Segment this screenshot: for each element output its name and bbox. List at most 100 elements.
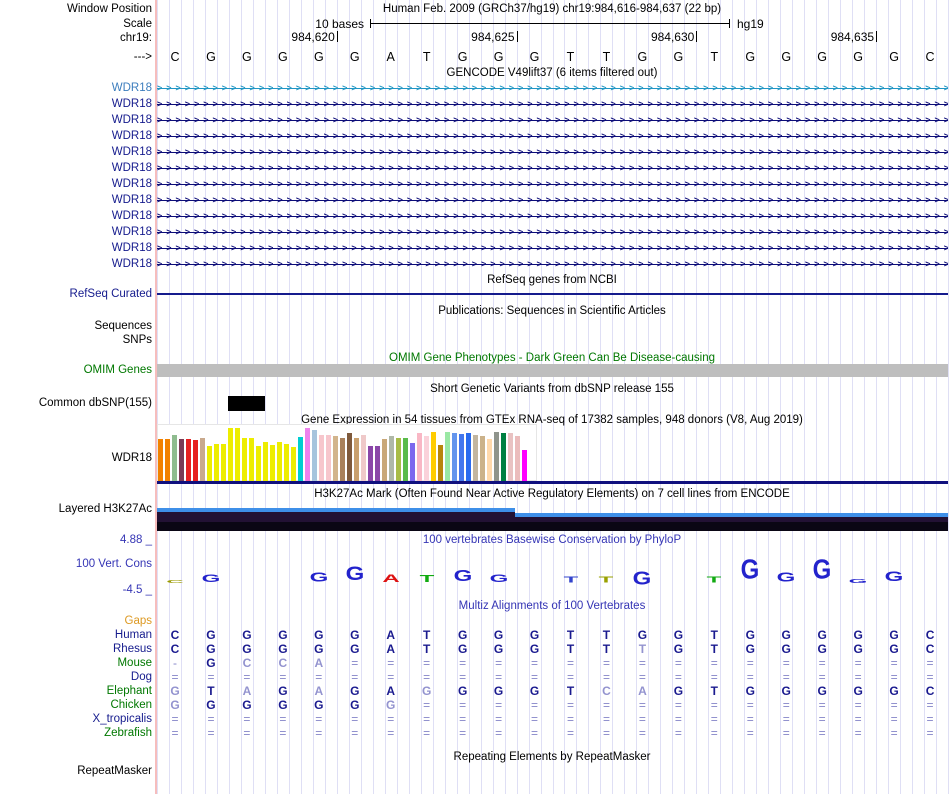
gtex-tissue-bar[interactable] [340, 438, 345, 481]
gtex-tissue-bar[interactable] [319, 435, 324, 481]
gtex-tissue-bar[interactable] [242, 438, 247, 481]
gtex-tissue-bar[interactable] [389, 436, 394, 481]
gtex-tissue-bar[interactable] [452, 433, 457, 481]
gtex-tissue-bar[interactable] [305, 428, 310, 481]
gencode-item-label[interactable]: WDR18 [112, 225, 152, 239]
refseq-curated-label[interactable]: RefSeq Curated [70, 287, 152, 301]
gencode-track-title[interactable]: GENCODE V49lift37 (6 items filtered out) [447, 66, 658, 80]
gencode-transcript[interactable]: >>>>>>>>>>>>>>>>>>>>>>>>>>>>>>>>>>>>>>>>… [157, 177, 948, 191]
gtex-tissue-bar[interactable] [487, 439, 492, 481]
gencode-transcript[interactable]: >>>>>>>>>>>>>>>>>>>>>>>>>>>>>>>>>>>>>>>>… [157, 129, 948, 143]
gtex-tissue-bar[interactable] [480, 436, 485, 481]
gtex-tissue-bar[interactable] [291, 447, 296, 481]
multiz-species-label[interactable]: Dog [131, 670, 152, 684]
multiz-species-label[interactable]: Human [115, 628, 152, 642]
gtex-tissue-bar[interactable] [333, 436, 338, 481]
gtex-gene-model-line[interactable] [157, 481, 948, 484]
multiz-species-label[interactable]: Elephant [107, 684, 152, 698]
gtex-tissue-bar[interactable] [445, 432, 450, 481]
gtex-tissue-bar[interactable] [200, 438, 205, 481]
gtex-tissue-bar[interactable] [263, 442, 268, 481]
layered-h3k27ac-label[interactable]: Layered H3K27Ac [59, 502, 152, 516]
gencode-transcript[interactable]: >>>>>>>>>>>>>>>>>>>>>>>>>>>>>>>>>>>>>>>>… [157, 81, 948, 95]
omim-gene-item[interactable] [157, 364, 948, 377]
gtex-tissue-bar[interactable] [361, 435, 366, 481]
gencode-transcript[interactable]: >>>>>>>>>>>>>>>>>>>>>>>>>>>>>>>>>>>>>>>>… [157, 113, 948, 127]
gencode-item-label[interactable]: WDR18 [112, 97, 152, 111]
gtex-tissue-bar[interactable] [312, 430, 317, 481]
gencode-transcript[interactable]: >>>>>>>>>>>>>>>>>>>>>>>>>>>>>>>>>>>>>>>>… [157, 193, 948, 207]
gtex-tissue-bar[interactable] [375, 446, 380, 481]
gencode-item-label[interactable]: WDR18 [112, 209, 152, 223]
gtex-tissue-bar[interactable] [207, 446, 212, 481]
phylop-track-title[interactable]: 100 vertebrates Basewise Conservation by… [423, 533, 681, 547]
gtex-tissue-bar[interactable] [368, 446, 373, 481]
gtex-tissue-bar[interactable] [193, 440, 198, 481]
gtex-tissue-bar[interactable] [214, 444, 219, 481]
repeatmasker-label[interactable]: RepeatMasker [77, 764, 152, 778]
gtex-tissue-bar[interactable] [165, 439, 170, 481]
h3k27ac-track-title[interactable]: H3K27Ac Mark (Often Found Near Active Re… [314, 487, 790, 501]
gtex-tissue-bar[interactable] [459, 434, 464, 481]
gtex-tissue-bar[interactable] [228, 428, 233, 481]
gencode-transcript[interactable]: >>>>>>>>>>>>>>>>>>>>>>>>>>>>>>>>>>>>>>>>… [157, 145, 948, 159]
gtex-tissue-bar[interactable] [431, 432, 436, 481]
multiz-species-label[interactable]: Zebrafish [104, 726, 152, 740]
gtex-tissue-bar[interactable] [473, 435, 478, 481]
gtex-tissue-bar[interactable] [347, 433, 352, 481]
gencode-item-label[interactable]: WDR18 [112, 177, 152, 191]
common-dbsnp-label[interactable]: Common dbSNP(155) [39, 396, 152, 410]
multiz-species-label[interactable]: Gaps [125, 614, 153, 628]
gtex-tissue-bar[interactable] [235, 428, 240, 481]
gtex-tissue-bar[interactable] [466, 433, 471, 481]
refseq-track-title[interactable]: RefSeq genes from NCBI [487, 273, 617, 287]
publications-snps-label[interactable]: SNPs [123, 333, 152, 347]
gtex-tissue-bar[interactable] [256, 446, 261, 481]
gtex-tissue-bar[interactable] [438, 445, 443, 481]
gtex-tissue-bar[interactable] [249, 438, 254, 481]
gencode-item-label[interactable]: WDR18 [112, 145, 152, 159]
gencode-transcript[interactable]: >>>>>>>>>>>>>>>>>>>>>>>>>>>>>>>>>>>>>>>>… [157, 161, 948, 175]
omim-genes-label[interactable]: OMIM Genes [84, 363, 152, 377]
gencode-transcript[interactable]: >>>>>>>>>>>>>>>>>>>>>>>>>>>>>>>>>>>>>>>>… [157, 209, 948, 223]
gencode-item-label[interactable]: WDR18 [112, 129, 152, 143]
dbsnp-variant-item[interactable] [228, 396, 265, 411]
gencode-item-label[interactable]: WDR18 [112, 161, 152, 175]
gtex-tissue-bar[interactable] [158, 439, 163, 481]
gtex-tissue-bar[interactable] [277, 442, 282, 481]
gtex-tissue-bar[interactable] [501, 433, 506, 481]
gtex-tissue-bar[interactable] [508, 433, 513, 481]
gtex-tissue-bar[interactable] [417, 433, 422, 481]
gtex-tissue-bar[interactable] [410, 443, 415, 481]
gtex-tissue-bar[interactable] [424, 436, 429, 481]
gtex-tissue-bar[interactable] [522, 450, 527, 481]
vert-cons-label[interactable]: 100 Vert. Cons [76, 557, 152, 571]
gtex-tissue-bar[interactable] [172, 435, 177, 481]
gtex-tissue-bar[interactable] [494, 432, 499, 481]
gencode-item-label[interactable]: WDR18 [112, 257, 152, 271]
multiz-track-title[interactable]: Multiz Alignments of 100 Vertebrates [459, 599, 646, 613]
repeatmasker-track-title[interactable]: Repeating Elements by RepeatMasker [454, 750, 651, 764]
multiz-species-label[interactable]: Rhesus [113, 642, 152, 656]
multiz-species-label[interactable]: Mouse [117, 656, 152, 670]
gtex-tissue-bar[interactable] [270, 445, 275, 481]
gencode-transcript[interactable]: >>>>>>>>>>>>>>>>>>>>>>>>>>>>>>>>>>>>>>>>… [157, 97, 948, 111]
gtex-tissue-bar[interactable] [326, 435, 331, 481]
dbsnp-track-title[interactable]: Short Genetic Variants from dbSNP releas… [430, 382, 674, 396]
multiz-species-label[interactable]: Chicken [110, 698, 152, 712]
gencode-item-label[interactable]: WDR18 [112, 193, 152, 207]
gtex-tissue-bar[interactable] [284, 444, 289, 481]
gencode-transcript[interactable]: >>>>>>>>>>>>>>>>>>>>>>>>>>>>>>>>>>>>>>>>… [157, 257, 948, 271]
gencode-item-label[interactable]: WDR18 [112, 241, 152, 255]
multiz-species-label[interactable]: X_tropicalis [93, 712, 152, 726]
gtex-tissue-bar[interactable] [354, 438, 359, 481]
gtex-tissue-bar[interactable] [403, 438, 408, 481]
gencode-item-label[interactable]: WDR18 [112, 81, 152, 95]
publications-track-title[interactable]: Publications: Sequences in Scientific Ar… [438, 304, 666, 318]
gtex-gene-label[interactable]: WDR18 [112, 451, 152, 465]
gtex-tissue-bar[interactable] [221, 444, 226, 481]
gtex-tissue-bar[interactable] [186, 439, 191, 481]
gtex-tissue-bar[interactable] [179, 439, 184, 481]
gtex-tissue-bar[interactable] [515, 436, 520, 481]
refseq-curated-item[interactable] [157, 293, 948, 295]
